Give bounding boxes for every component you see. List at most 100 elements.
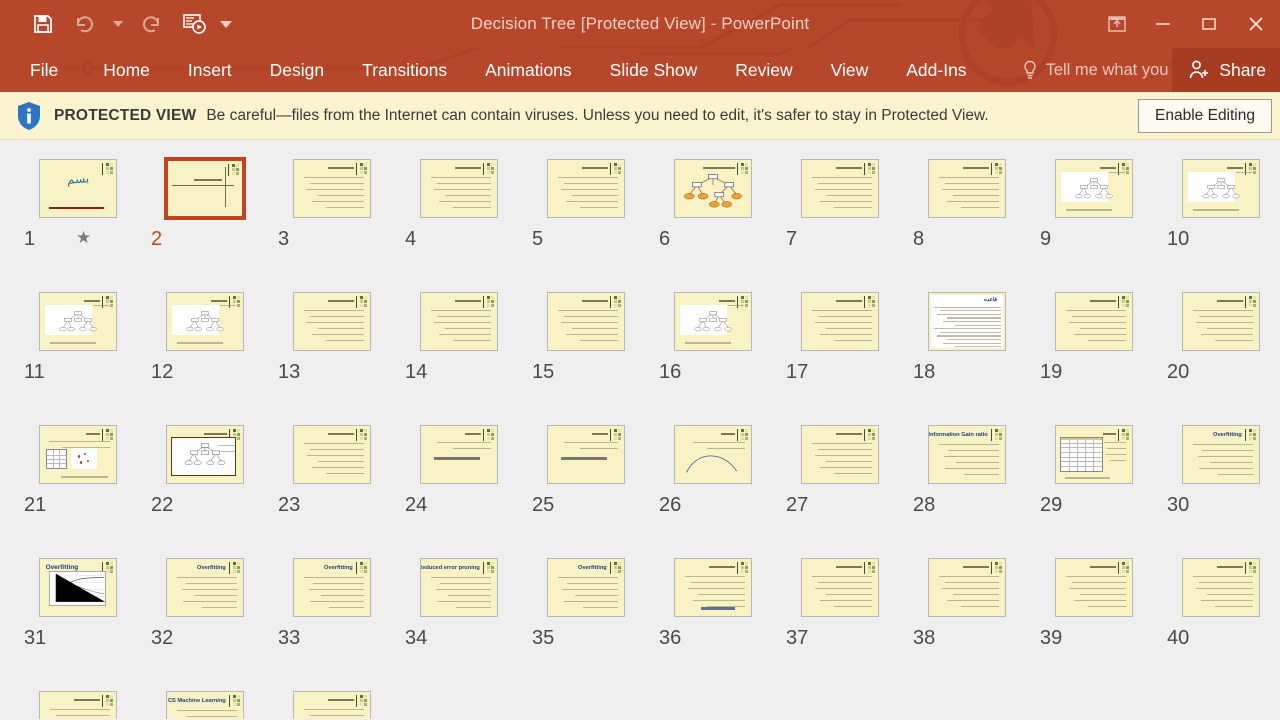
tab-home[interactable]: Home	[84, 48, 169, 92]
tab-add-ins[interactable]: Add-Ins	[887, 48, 985, 92]
slide-thumbnail-15[interactable]	[546, 291, 625, 351]
slide-thumbnail-17[interactable]	[800, 291, 879, 351]
slide-thumbnail-cell[interactable]: 15	[522, 287, 649, 420]
slide-thumbnail-holder[interactable]	[14, 686, 141, 719]
slide-thumbnail-holder[interactable]	[395, 287, 522, 355]
slide-thumbnail-cell[interactable]: 43	[268, 686, 395, 719]
slide-thumbnail-holder[interactable]	[649, 553, 776, 621]
slide-thumbnail-holder[interactable]	[776, 287, 903, 355]
slide-thumbnail-cell[interactable]: Overfitting 31	[14, 553, 141, 686]
customize-qat-icon[interactable]	[214, 4, 238, 44]
slide-thumbnail-cell[interactable]: 24	[395, 420, 522, 553]
close-icon[interactable]	[1232, 0, 1280, 48]
window-controls[interactable]	[1094, 0, 1280, 48]
slide-thumbnail-holder[interactable]	[268, 287, 395, 355]
slide-thumbnail-cell[interactable]: 13	[268, 287, 395, 420]
tab-file[interactable]: File	[22, 48, 84, 92]
slide-thumbnail-holder[interactable]	[395, 154, 522, 222]
slide-thumbnail-holder[interactable]	[141, 154, 268, 222]
slide-thumbnail-cell[interactable]: 29	[1030, 420, 1157, 553]
slide-thumbnail-43[interactable]	[292, 690, 371, 719]
slide-thumbnail-holder[interactable]	[14, 287, 141, 355]
slide-thumbnail-holder[interactable]	[522, 420, 649, 488]
slide-thumbnail-24[interactable]	[419, 424, 498, 484]
slide-thumbnail-3[interactable]	[292, 158, 371, 218]
slide-thumbnail-9[interactable]	[1054, 158, 1133, 218]
tab-view[interactable]: View	[812, 48, 888, 92]
animation-star-icon[interactable]: ★	[76, 228, 91, 248]
slide-thumbnail-40[interactable]	[1181, 557, 1260, 617]
slide-thumbnail-cell[interactable]: 26	[649, 420, 776, 553]
minimize-icon[interactable]	[1140, 0, 1186, 48]
slide-thumbnail-holder[interactable]: Overfitting	[522, 553, 649, 621]
slide-thumbnail-holder[interactable]: Overfitting	[141, 553, 268, 621]
slide-thumbnail-33[interactable]: Overfitting	[292, 557, 371, 617]
quick-access-toolbar[interactable]	[0, 0, 238, 48]
slide-thumbnail-cell[interactable]: 37	[776, 553, 903, 686]
slide-thumbnail-holder[interactable]	[776, 420, 903, 488]
slide-thumbnail-cell[interactable]: 25	[522, 420, 649, 553]
slide-thumbnail-14[interactable]	[419, 291, 498, 351]
tab-animations[interactable]: Animations	[466, 48, 591, 92]
slide-thumbnail-holder[interactable]	[1030, 553, 1157, 621]
slide-thumbnail-holder[interactable]	[1157, 287, 1280, 355]
start-slideshow-icon[interactable]	[172, 4, 214, 44]
slide-thumbnail-cell[interactable]: 22	[141, 420, 268, 553]
slide-thumbnail-holder[interactable]	[1157, 553, 1280, 621]
slide-thumbnail-4[interactable]	[419, 158, 498, 218]
slide-thumbnail-holder[interactable]: Overfitting	[14, 553, 141, 621]
slide-thumbnail-holder[interactable]: بسم	[14, 154, 141, 222]
slide-thumbnail-holder[interactable]	[268, 154, 395, 222]
slide-thumbnail-6[interactable]	[673, 158, 752, 218]
slide-thumbnail-41[interactable]	[38, 690, 117, 719]
slide-thumbnail-cell[interactable]: 2	[141, 154, 268, 287]
slide-thumbnail-cell[interactable]: 4	[395, 154, 522, 287]
slide-thumbnail-holder[interactable]	[395, 420, 522, 488]
slide-thumbnail-holder[interactable]: Overfitting	[268, 553, 395, 621]
slide-thumbnail-cell[interactable]: قاعده 18	[903, 287, 1030, 420]
slide-thumbnail-5[interactable]	[546, 158, 625, 218]
slide-thumbnail-cell[interactable]: 8	[903, 154, 1030, 287]
save-icon[interactable]	[22, 4, 64, 44]
slide-thumbnail-cell[interactable]: 41	[14, 686, 141, 719]
share-button[interactable]: Share	[1172, 48, 1280, 92]
tab-slide-show[interactable]: Slide Show	[591, 48, 717, 92]
slide-thumbnail-42[interactable]: CS Machine Learning	[165, 690, 244, 719]
slide-thumbnail-holder[interactable]: Overfitting	[1157, 420, 1280, 488]
slide-thumbnail-8[interactable]	[927, 158, 1006, 218]
slide-thumbnail-holder[interactable]	[1030, 154, 1157, 222]
slide-thumbnail-32[interactable]: Overfitting	[165, 557, 244, 617]
slide-thumbnail-31[interactable]: Overfitting	[38, 557, 117, 617]
slide-thumbnail-34[interactable]: Reduced error pruning	[419, 557, 498, 617]
slide-thumbnail-12[interactable]	[165, 291, 244, 351]
slide-thumbnail-38[interactable]	[927, 557, 1006, 617]
slide-thumbnail-cell[interactable]: 27	[776, 420, 903, 553]
slide-thumbnail-cell[interactable]: 14	[395, 287, 522, 420]
slide-thumbnail-cell[interactable]: 7	[776, 154, 903, 287]
slide-thumbnail-holder[interactable]	[649, 154, 776, 222]
slide-thumbnail-holder[interactable]	[903, 553, 1030, 621]
slide-thumbnail-holder[interactable]	[14, 420, 141, 488]
slide-thumbnail-36[interactable]	[673, 557, 752, 617]
slide-thumbnail-holder[interactable]	[776, 553, 903, 621]
slide-thumbnail-35[interactable]: Overfitting	[546, 557, 625, 617]
restore-icon[interactable]	[1186, 0, 1232, 48]
slide-thumbnail-cell[interactable]: 38	[903, 553, 1030, 686]
slide-thumbnail-cell[interactable]: Overfitting 35	[522, 553, 649, 686]
slide-thumbnail-holder[interactable]	[649, 420, 776, 488]
slide-grid[interactable]: بسم 1 ★ 2 3 4 5 6 7 8 9 10 11 12 13 14 15 16 17 قاعده 18 19 20…	[0, 154, 1280, 719]
slide-thumbnail-21[interactable]	[38, 424, 117, 484]
slide-thumbnail-26[interactable]	[673, 424, 752, 484]
slide-thumbnail-10[interactable]	[1181, 158, 1260, 218]
tab-transitions[interactable]: Transitions	[343, 48, 466, 92]
slide-thumbnail-cell[interactable]: 3	[268, 154, 395, 287]
slide-thumbnail-holder[interactable]	[1030, 420, 1157, 488]
slide-thumbnail-cell[interactable]: 40	[1157, 553, 1280, 686]
slide-thumbnail-20[interactable]	[1181, 291, 1260, 351]
slide-thumbnail-holder[interactable]: Information Gain ratio	[903, 420, 1030, 488]
slide-thumbnail-cell[interactable]: Reduced error pruning 34	[395, 553, 522, 686]
tab-review[interactable]: Review	[716, 48, 811, 92]
slide-thumbnail-22[interactable]	[165, 424, 244, 484]
slide-thumbnail-holder[interactable]	[1030, 287, 1157, 355]
slide-thumbnail-holder[interactable]	[268, 420, 395, 488]
